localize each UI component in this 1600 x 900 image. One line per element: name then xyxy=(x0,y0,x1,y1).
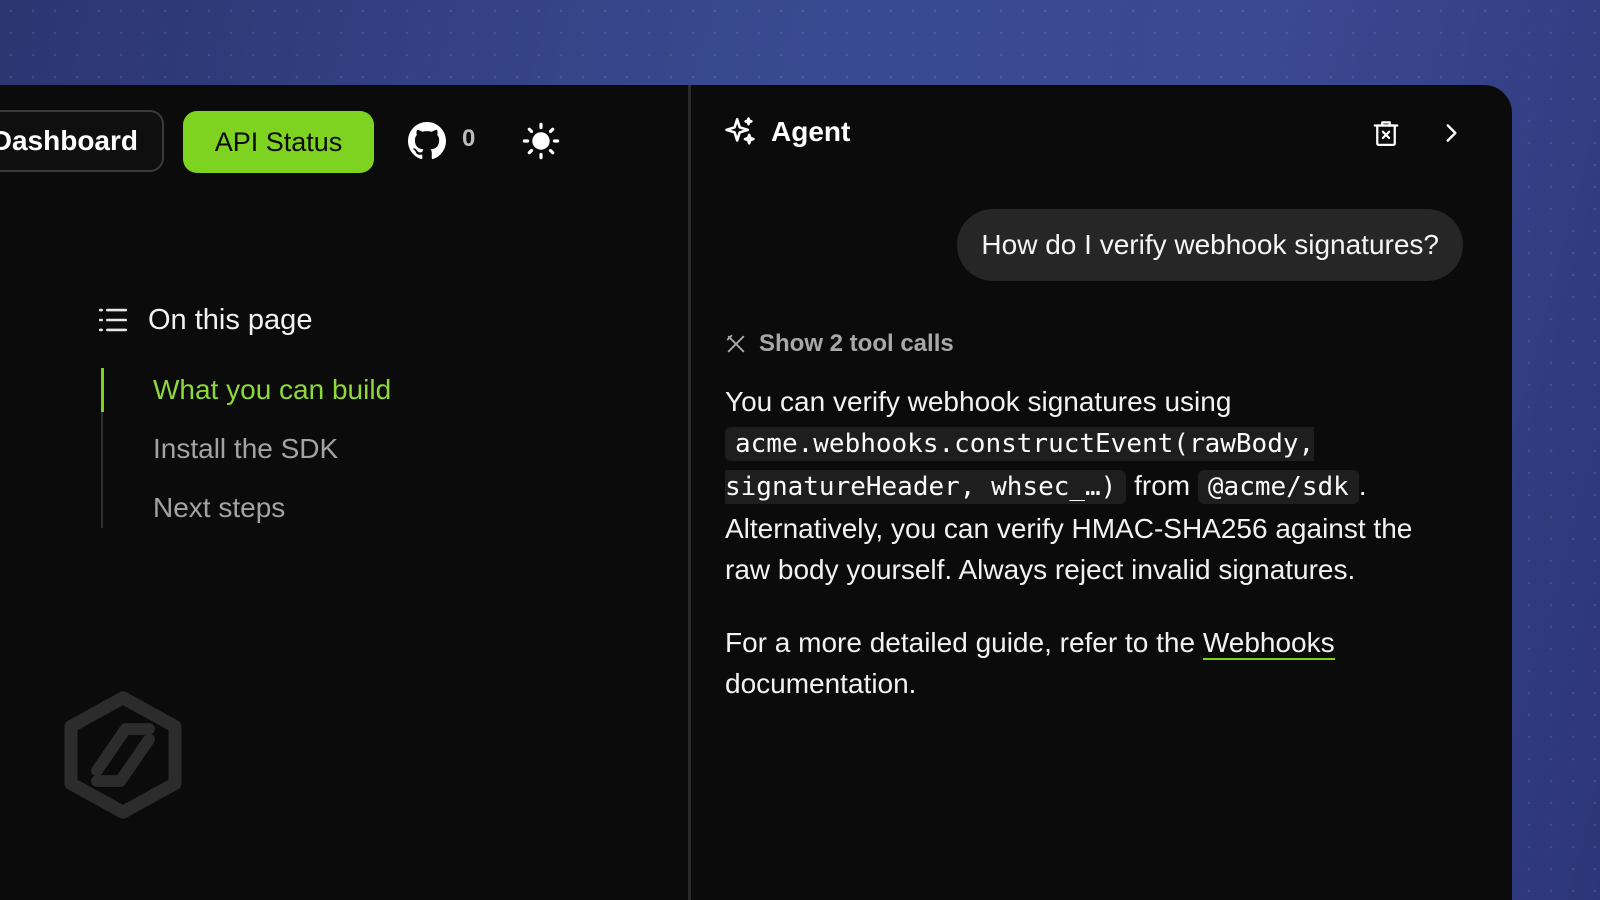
tools-icon xyxy=(726,334,745,353)
toc-header: On this page xyxy=(96,303,312,337)
docs-pane: Dashboard API Status 0 On this page What… xyxy=(0,85,688,900)
answer-text: You can verify webhook signatures using xyxy=(725,386,1232,417)
list-icon xyxy=(98,308,128,332)
answer-paragraph-2: For a more detailed guide, refer to the … xyxy=(725,622,1455,704)
github-star-count: 0 xyxy=(462,125,476,152)
answer-paragraph-1: You can verify webhook signatures using … xyxy=(725,381,1455,590)
trash-icon[interactable] xyxy=(1371,118,1401,148)
sparkles-icon xyxy=(725,117,755,145)
toc-item-what-you-can-build[interactable]: What you can build xyxy=(153,374,391,406)
agent-title: Agent xyxy=(771,116,851,147)
webhooks-doc-link[interactable]: Webhooks xyxy=(1202,627,1335,660)
github-icon[interactable] xyxy=(408,122,446,160)
user-message-bubble: How do I verify webhook signatures? xyxy=(957,209,1463,281)
toc-item-next-steps[interactable]: Next steps xyxy=(153,492,285,524)
answer-text: documentation. xyxy=(725,668,917,699)
dashboard-button[interactable]: Dashboard xyxy=(0,110,164,172)
agent-header: Agent xyxy=(723,115,850,149)
answer-text: from xyxy=(1134,470,1191,501)
chevron-right-icon[interactable] xyxy=(1438,120,1464,146)
brand-logo-icon xyxy=(64,691,182,819)
agent-pane: Agent How do I verify webhook signatures… xyxy=(691,85,1512,900)
toc-item-install-the-sdk[interactable]: Install the SDK xyxy=(153,433,338,465)
sun-icon[interactable] xyxy=(522,122,560,160)
agent-answer: You can verify webhook signatures using … xyxy=(725,381,1455,736)
toc-active-indicator xyxy=(101,368,104,412)
inline-code: @acme/sdk xyxy=(1197,470,1359,504)
toc-title: On this page xyxy=(148,303,313,336)
top-navigation: Dashboard API Status 0 xyxy=(0,110,688,174)
app-window: Dashboard API Status 0 On this page What… xyxy=(0,85,1512,900)
tool-calls-label: Show 2 tool calls xyxy=(759,330,954,357)
show-tool-calls-button[interactable]: Show 2 tool calls xyxy=(725,330,954,358)
answer-text: For a more detailed guide, refer to the xyxy=(725,627,1196,658)
api-status-button[interactable]: API Status xyxy=(183,111,374,173)
